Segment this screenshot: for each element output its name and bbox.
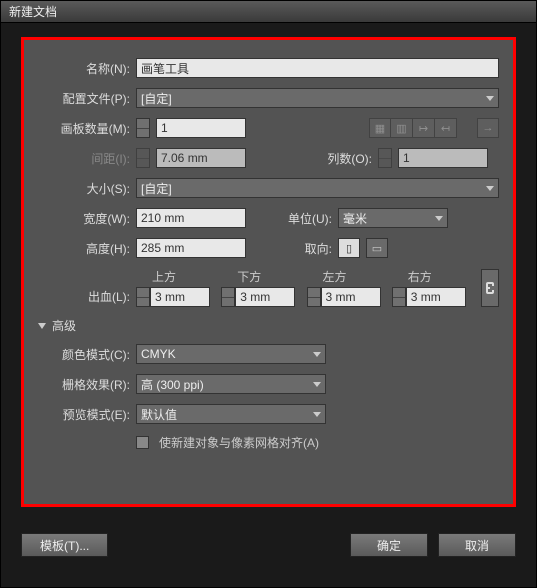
raster-select[interactable]: 高 (300 ppi) — [136, 374, 326, 394]
cancel-button[interactable]: 取消 — [438, 533, 516, 557]
new-document-dialog: 新建文档 名称(N): 配置文件(P): [自定] 画板数量(M): ▦ ▥ ↦… — [0, 0, 537, 588]
portrait-icon[interactable]: ▯ — [338, 238, 360, 258]
color-mode-label: 颜色模式(C): — [38, 346, 130, 363]
height-label: 高度(H): — [38, 240, 130, 257]
units-label: 单位(U): — [272, 210, 332, 227]
preview-label: 预览模式(E): — [38, 406, 130, 423]
highlight-box: 名称(N): 配置文件(P): [自定] 画板数量(M): ▦ ▥ ↦ ↤ → … — [21, 37, 516, 507]
height-input[interactable] — [136, 238, 246, 258]
bleed-right-input[interactable] — [406, 287, 466, 307]
align-pixel-checkbox[interactable] — [136, 436, 149, 449]
template-button[interactable]: 模板(T)... — [21, 533, 108, 557]
preview-select[interactable]: 默认值 — [136, 404, 326, 424]
spacing-spinner[interactable] — [136, 148, 150, 168]
chevron-down-icon — [38, 323, 46, 329]
bleed-right-spinner[interactable] — [392, 287, 406, 307]
width-label: 宽度(W): — [38, 210, 130, 227]
artboards-spinner[interactable] — [136, 118, 150, 138]
orientation-label: 取向: — [272, 240, 332, 257]
color-mode-select[interactable]: CMYK — [136, 344, 326, 364]
width-input[interactable] — [136, 208, 246, 228]
window-title: 新建文档 — [9, 5, 57, 19]
name-input[interactable] — [136, 58, 499, 78]
profile-label: 配置文件(P): — [38, 90, 130, 107]
landscape-icon[interactable]: ▭ — [366, 238, 388, 258]
dialog-footer: 模板(T)... 确定 取消 — [21, 533, 516, 557]
grid-row-icon[interactable]: ▦ — [369, 118, 391, 138]
titlebar: 新建文档 — [1, 1, 536, 23]
bleed-top-spinner[interactable] — [136, 287, 150, 307]
align-pixel-label: 使新建对象与像素网格对齐(A) — [159, 434, 319, 451]
bleed-top-input[interactable] — [150, 287, 210, 307]
name-label: 名称(N): — [38, 60, 130, 77]
columns-spinner[interactable] — [378, 148, 392, 168]
spacing-label: 间距(I): — [38, 150, 130, 167]
raster-label: 栅格效果(R): — [38, 376, 130, 393]
link-bleed-icon[interactable] — [481, 269, 499, 307]
row-rtl-icon[interactable]: ↤ — [435, 118, 457, 138]
grid-col-icon[interactable]: ▥ — [391, 118, 413, 138]
artboards-input[interactable] — [156, 118, 246, 138]
bleed-left-label: 左方 — [307, 268, 386, 285]
bleed-left-input[interactable] — [321, 287, 381, 307]
size-select[interactable]: [自定] — [136, 178, 499, 198]
columns-input[interactable] — [398, 148, 488, 168]
row-ltr-icon[interactable]: ↦ — [413, 118, 435, 138]
bleed-bottom-label: 下方 — [221, 268, 300, 285]
spacing-input[interactable] — [156, 148, 246, 168]
advanced-header[interactable]: 高级 — [38, 317, 499, 334]
artboards-label: 画板数量(M): — [38, 120, 130, 137]
bleed-label: 出血(L): — [38, 288, 130, 305]
bleed-left-spinner[interactable] — [307, 287, 321, 307]
arrow-right-icon[interactable]: → — [477, 118, 499, 138]
bleed-top-label: 上方 — [136, 268, 215, 285]
size-label: 大小(S): — [38, 180, 130, 197]
columns-label: 列数(O): — [312, 150, 372, 167]
units-select[interactable]: 毫米 — [338, 208, 448, 228]
artboard-layout-group: ▦ ▥ ↦ ↤ — [369, 118, 457, 138]
profile-select[interactable]: [自定] — [136, 88, 499, 108]
bleed-right-label: 右方 — [392, 268, 471, 285]
bleed-bottom-input[interactable] — [235, 287, 295, 307]
bleed-bottom-spinner[interactable] — [221, 287, 235, 307]
ok-button[interactable]: 确定 — [350, 533, 428, 557]
